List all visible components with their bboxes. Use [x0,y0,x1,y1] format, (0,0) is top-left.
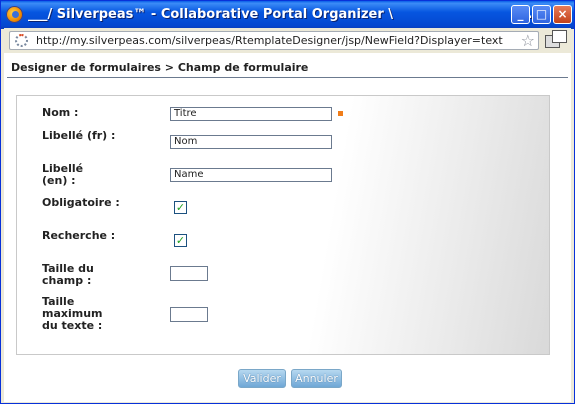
libelle-fr-input[interactable]: Nom [170,135,332,149]
close-button[interactable]: × [553,5,572,24]
address-bar: http://my.silverpeas.com/silverpeas/Rtem… [4,28,571,52]
maximize-button[interactable]: □ [532,5,551,24]
required-marker [338,111,343,116]
url-text[interactable]: http://my.silverpeas.com/silverpeas/Rtem… [36,34,503,47]
taille-champ-label: Taille du champ : [42,262,94,287]
bookmark-star-icon[interactable]: ☆ [521,31,535,50]
libelle-fr-label: Libellé (fr) : [42,129,116,142]
obligatoire-checkbox[interactable]: ✓ [174,201,187,214]
taille-champ-input[interactable] [170,266,208,281]
valider-button[interactable]: Valider [238,369,286,388]
breadcrumb-divider [7,77,568,78]
libelle-en-input[interactable]: Name [170,168,332,182]
url-field[interactable]: http://my.silverpeas.com/silverpeas/Rtem… [9,31,539,50]
annuler-button[interactable]: Annuler [291,369,342,388]
obligatoire-label: Obligatoire : [42,196,120,209]
recherche-label: Recherche : [42,229,116,242]
browser-window: ___/ Silverpeas™ - Collaborative Portal … [0,0,575,404]
libelle-en-label: Libellé (en) : [42,162,84,187]
nom-input[interactable]: Titre [170,107,332,121]
recherche-checkbox[interactable]: ✓ [174,234,187,247]
title-bar[interactable]: ___/ Silverpeas™ - Collaborative Portal … [1,1,574,29]
window-title-text: ___/ Silverpeas™ - Collaborative Portal … [28,7,394,22]
window-switch-icon[interactable] [545,30,567,50]
form-panel: Nom : Titre Libellé (fr) : Nom Libellé (… [16,95,550,355]
breadcrumb: Designer de formulaires > Champ de formu… [11,61,309,74]
taille-max-label: Taille maximum du texte : [42,295,103,332]
nom-label: Nom : [42,106,79,119]
window-title: ___/ Silverpeas™ - Collaborative Portal … [28,7,532,22]
minimize-button[interactable]: _ [511,5,530,24]
firefox-icon [6,6,23,23]
loading-spinner-icon [15,34,28,47]
taille-max-input[interactable] [170,307,208,322]
page-content: Designer de formulaires > Champ de formu… [4,53,571,402]
